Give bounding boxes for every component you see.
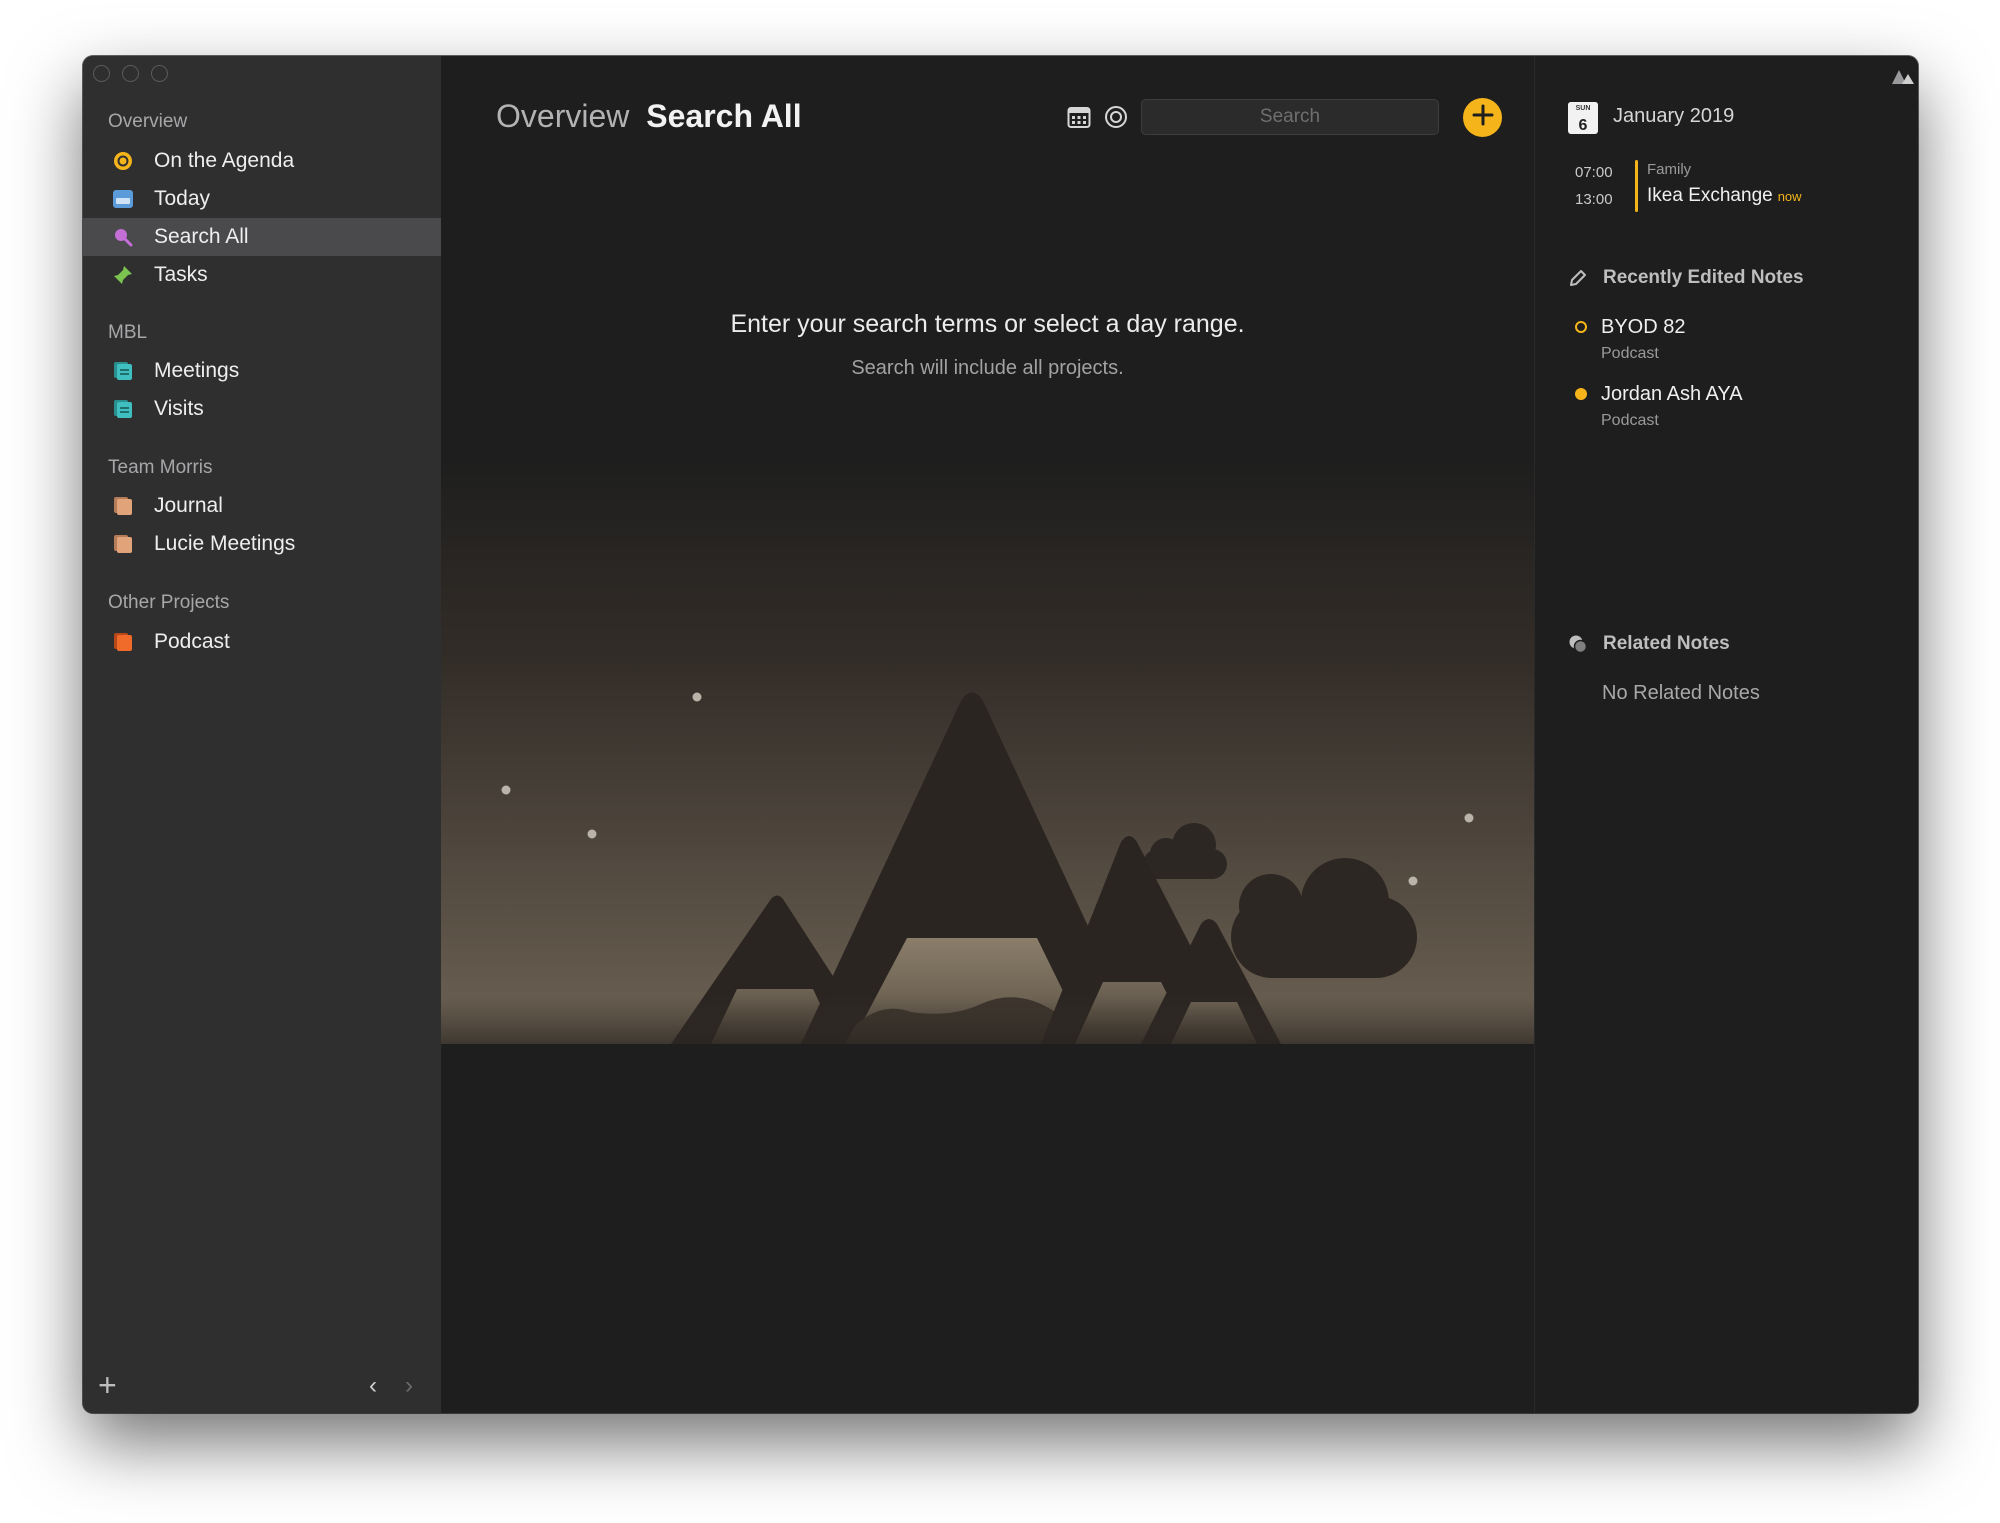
minimize-button[interactable]: [122, 65, 139, 82]
add-project-button[interactable]: +: [98, 1369, 117, 1401]
event-now-badge: now: [1777, 189, 1802, 204]
back-button[interactable]: ‹: [369, 1372, 377, 1400]
right-panel: SUN 6 January 2019 07:00 13:00 Family Ik…: [1534, 56, 1918, 1413]
calendar-range-icon[interactable]: [1066, 104, 1092, 130]
section-label-mbl: MBL: [108, 322, 148, 343]
search-field[interactable]: [1141, 99, 1439, 135]
sidebar-item-label: Today: [154, 187, 211, 210]
forward-button[interactable]: ›: [405, 1372, 413, 1400]
related-notes-heading: Related Notes: [1568, 633, 1730, 655]
recent-notes-heading-label: Recently Edited Notes: [1603, 267, 1804, 288]
sidebar-item-label: Visits: [154, 397, 204, 420]
sidebar-item-visits[interactable]: Visits: [83, 390, 441, 428]
window-controls: [93, 65, 168, 82]
calendar-icon-day: 6: [1579, 117, 1588, 134]
sidebar-item-label: Search All: [154, 225, 249, 248]
breadcrumb: Overview Search All: [496, 98, 802, 135]
event-start-time: 07:00: [1575, 164, 1613, 181]
zoom-button[interactable]: [151, 65, 168, 82]
sidebar-item-label: Meetings: [154, 359, 240, 382]
mountains-illustration: [441, 456, 1534, 1044]
app-window: Overview On the Agenda Today Search All …: [83, 56, 1918, 1413]
sidebar-item-podcast[interactable]: Podcast: [83, 623, 441, 661]
today-icon: [112, 188, 134, 210]
sidebar-item-meetings[interactable]: Meetings: [83, 352, 441, 390]
note-project: Podcast: [1601, 345, 1659, 362]
sidebar-item-label: Tasks: [154, 263, 208, 286]
note-project: Podcast: [1601, 412, 1659, 429]
main-content: Overview Search All Enter your search te…: [441, 56, 1534, 1413]
sidebar: Overview On the Agenda Today Search All …: [83, 56, 441, 1413]
note-title: BYOD 82: [1601, 316, 1686, 338]
link-icon: [1568, 634, 1588, 654]
search-input[interactable]: [1142, 100, 1438, 134]
month-label[interactable]: January 2019: [1613, 105, 1734, 128]
add-button[interactable]: [1463, 98, 1502, 137]
recent-notes-heading: Recently Edited Notes: [1568, 267, 1804, 289]
notebook-icon: [112, 360, 134, 382]
agenda-icon: [112, 150, 134, 172]
sidebar-item-label: On the Agenda: [154, 149, 295, 172]
sidebar-item-tasks[interactable]: Tasks: [83, 256, 441, 294]
no-related-notes: No Related Notes: [1602, 682, 1760, 704]
search-icon: [112, 226, 134, 248]
note-status-dot: [1575, 388, 1587, 400]
event-color-bar: [1635, 160, 1638, 212]
page-title: Search All: [646, 98, 802, 134]
event-calendar-name: Family: [1647, 161, 1692, 178]
sidebar-item-label: Podcast: [154, 630, 230, 653]
notebook-icon: [112, 533, 134, 555]
sidebar-item-label: Lucie Meetings: [154, 532, 296, 555]
event-end-time: 13:00: [1575, 191, 1613, 208]
sidebar-item-label: Journal: [154, 494, 223, 517]
notebook-icon: [112, 495, 134, 517]
calendar-icon[interactable]: SUN 6: [1567, 101, 1599, 135]
target-icon[interactable]: [1103, 104, 1129, 130]
event-times: 07:00 13:00: [1575, 159, 1613, 213]
notebook-icon: [112, 631, 134, 653]
sidebar-item-on-the-agenda[interactable]: On the Agenda: [83, 142, 441, 180]
sidebar-item-search-all[interactable]: Search All: [83, 218, 441, 256]
sidebar-item-journal[interactable]: Journal: [83, 487, 441, 525]
related-notes-heading-label: Related Notes: [1603, 633, 1730, 654]
calendar-icon-weekday: SUN: [1576, 105, 1591, 112]
note-title: Jordan Ash AYA: [1601, 383, 1743, 405]
section-label-team-morris: Team Morris: [108, 457, 213, 478]
sidebar-footer: + ‹ ›: [83, 1363, 441, 1413]
section-label-overview: Overview: [108, 111, 188, 132]
breadcrumb-parent[interactable]: Overview: [496, 98, 629, 134]
empty-state-title: Enter your search terms or select a day …: [730, 310, 1245, 338]
empty-state-subtitle: Search will include all projects.: [851, 357, 1124, 379]
pencil-icon: [1568, 268, 1588, 288]
event-title: Ikea Exchange: [1647, 185, 1773, 206]
pin-icon: [112, 264, 134, 286]
close-button[interactable]: [93, 65, 110, 82]
agenda-event[interactable]: Ikea Exchange now: [1647, 185, 1802, 207]
note-status-dot: [1575, 321, 1587, 333]
sidebar-item-lucie-meetings[interactable]: Lucie Meetings: [83, 525, 441, 563]
sidebar-item-today[interactable]: Today: [83, 180, 441, 218]
notebook-icon: [112, 398, 134, 420]
plus-icon: [1471, 103, 1495, 132]
panel-toggle-icon[interactable]: [1888, 66, 1918, 91]
section-label-other-projects: Other Projects: [108, 592, 230, 613]
